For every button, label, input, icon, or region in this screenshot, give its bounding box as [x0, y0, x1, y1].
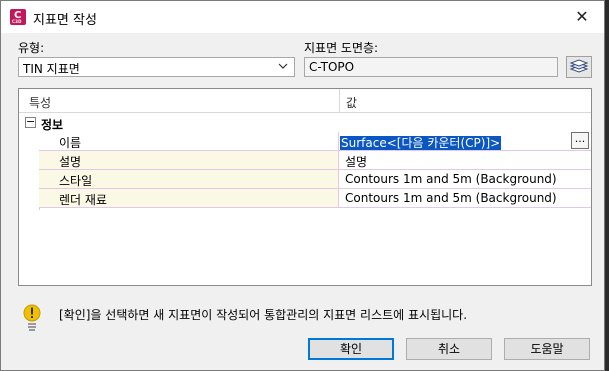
property-grid: 특성 값 − 정보 이름 Surface<[다음 카운터(CP)]> ... 설…: [18, 88, 592, 286]
ok-button[interactable]: 확인: [308, 338, 394, 360]
chevron-down-icon: [278, 59, 288, 76]
property-row-style[interactable]: 스타일 Contours 1m and 5m (Background): [39, 170, 591, 189]
type-label: 유형:: [18, 41, 45, 55]
info-message: [확인]을 선택하면 새 지표면이 작성되어 통합관리의 지표면 리스트에 표시…: [59, 308, 468, 322]
surface-layer-field: C-TOPO: [304, 57, 558, 77]
group-info-label: 정보: [41, 118, 64, 132]
warning-icon: [23, 304, 41, 334]
layer-label: 지표면 도면층:: [304, 41, 379, 55]
dialog-title: 지표면 작성: [33, 13, 97, 28]
grid-header: 특성 값: [19, 89, 591, 113]
collapse-icon[interactable]: −: [25, 116, 36, 128]
property-style-label: 스타일: [59, 174, 93, 188]
type-select[interactable]: TIN 지표면: [18, 57, 295, 77]
type-select-value: TIN 지표면: [23, 62, 80, 76]
column-property-header: 특성: [29, 96, 52, 110]
civil3d-app-icon: C C3D: [10, 9, 26, 25]
title-bar: C C3D 지표면 작성 ✕: [1, 1, 604, 33]
layer-select-button[interactable]: [566, 56, 592, 78]
property-render-material-label: 렌더 재료: [59, 193, 107, 207]
create-surface-dialog: C C3D 지표면 작성 ✕ 유형: TIN 지표면 지표면 도면층: C-TO…: [0, 0, 605, 371]
property-row-name[interactable]: 이름 Surface<[다음 카운터(CP)]> ...: [39, 132, 591, 151]
background-window-edge: [605, 0, 609, 371]
cancel-button[interactable]: 취소: [406, 338, 492, 360]
group-info-row[interactable]: − 정보: [19, 114, 591, 132]
close-icon: ✕: [575, 7, 589, 26]
layers-icon: [569, 59, 589, 73]
help-button[interactable]: 도움말: [504, 338, 590, 360]
column-value-header: 값: [346, 96, 358, 110]
property-row-render-material[interactable]: 렌더 재료 Contours 1m and 5m (Background): [39, 189, 591, 208]
surface-layer-value: C-TOPO: [309, 60, 355, 74]
name-value-text[interactable]: Surface<[다음 카운터(CP)]>: [340, 136, 502, 150]
property-description-label: 설명: [59, 155, 82, 169]
name-value-field[interactable]: Surface<[다음 카운터(CP)]> ...: [340, 132, 591, 150]
close-button[interactable]: ✕: [570, 5, 594, 29]
description-value[interactable]: 설명: [340, 151, 591, 169]
property-row-description[interactable]: 설명 설명: [39, 151, 591, 170]
style-value[interactable]: Contours 1m and 5m (Background): [340, 170, 591, 188]
property-name-label: 이름: [59, 136, 82, 150]
ellipsis-button[interactable]: ...: [571, 132, 589, 149]
render-material-value[interactable]: Contours 1m and 5m (Background): [340, 189, 591, 207]
